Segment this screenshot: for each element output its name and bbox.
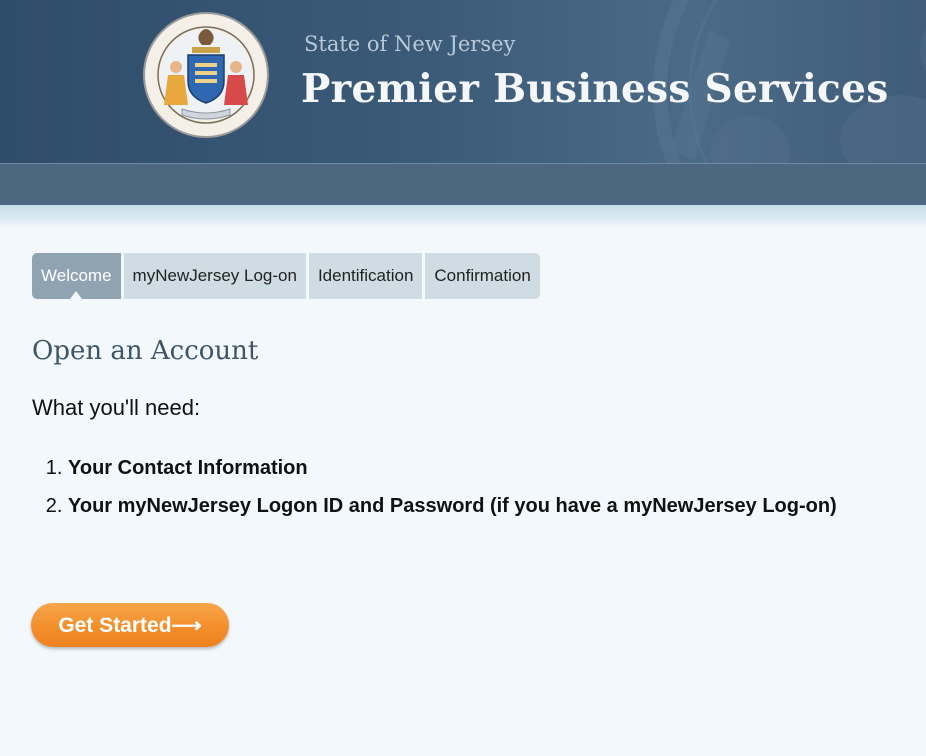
nj-state-seal-icon: [143, 12, 269, 138]
header-divider: [0, 205, 926, 227]
page-title: Open an Account: [32, 336, 259, 366]
top-nav-bar: [0, 163, 926, 205]
step-confirmation[interactable]: Confirmation: [425, 253, 540, 299]
requirements-heading: What you'll need:: [32, 395, 201, 420]
wizard-steps: Welcome myNewJersey Log-on Identificatio…: [32, 253, 540, 299]
step-identification[interactable]: Identification: [308, 253, 423, 299]
header-state-name: State of New Jersey: [304, 32, 516, 56]
requirement-logon-credentials: Your myNewJersey Logon ID and Password (…: [68, 487, 868, 525]
header-site-title: Premier Business Services: [301, 66, 889, 112]
site-header: State of New Jersey Premier Business Ser…: [0, 0, 926, 163]
get-started-button[interactable]: Get Started⟶: [31, 603, 229, 647]
step-welcome[interactable]: Welcome: [32, 253, 121, 299]
step-mynewjersey-logon[interactable]: myNewJersey Log-on: [123, 253, 306, 299]
requirements-list: Your Contact Information Your myNewJerse…: [32, 449, 868, 525]
requirement-contact-info: Your Contact Information: [68, 449, 868, 487]
